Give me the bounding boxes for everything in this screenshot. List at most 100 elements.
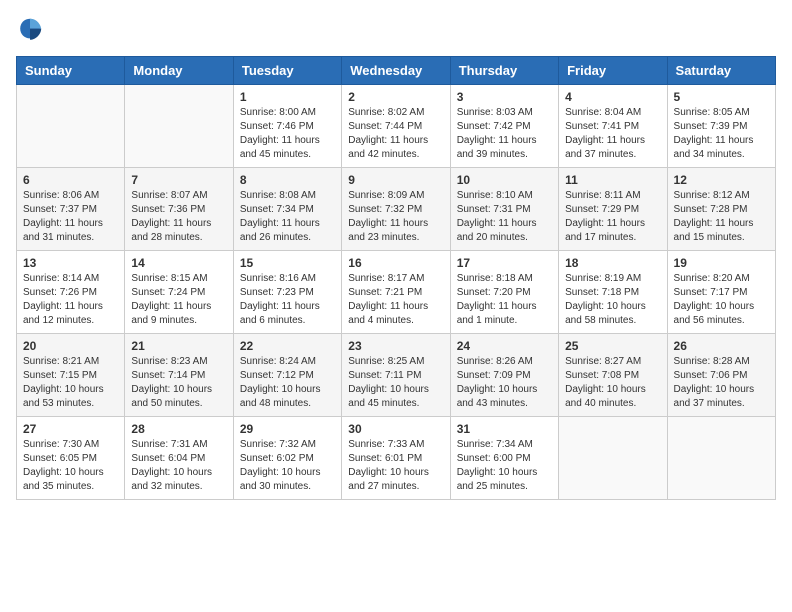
header-tuesday: Tuesday <box>233 57 341 85</box>
day-number: 19 <box>674 256 769 270</box>
table-row <box>17 85 125 168</box>
day-info: Sunrise: 8:05 AMSunset: 7:39 PMDaylight:… <box>674 106 769 162</box>
day-number: 14 <box>131 256 226 270</box>
day-number: 2 <box>348 90 443 104</box>
day-info: Sunrise: 8:16 AMSunset: 7:23 PMDaylight:… <box>240 272 335 328</box>
day-info: Sunrise: 8:24 AMSunset: 7:12 PMDaylight:… <box>240 355 335 411</box>
header-saturday: Saturday <box>667 57 775 85</box>
logo <box>16 16 48 44</box>
day-info: Sunrise: 8:06 AMSunset: 7:37 PMDaylight:… <box>23 189 118 245</box>
day-number: 7 <box>131 173 226 187</box>
table-row: 14 Sunrise: 8:15 AMSunset: 7:24 PMDayligh… <box>125 251 233 334</box>
day-info: Sunrise: 7:34 AMSunset: 6:00 PMDaylight:… <box>457 438 552 494</box>
day-info: Sunrise: 8:25 AMSunset: 7:11 PMDaylight:… <box>348 355 443 411</box>
table-row: 18 Sunrise: 8:19 AMSunset: 7:18 PMDayligh… <box>559 251 667 334</box>
day-info: Sunrise: 8:14 AMSunset: 7:26 PMDaylight:… <box>23 272 118 328</box>
calendar-week-row: 13Sunrise: 8:14 AMSunset: 7:26 PMDayligh… <box>17 251 776 334</box>
day-info: Sunrise: 7:31 AMSunset: 6:04 PMDaylight:… <box>131 438 226 494</box>
day-info: Sunrise: 8:12 AMSunset: 7:28 PMDaylight:… <box>674 189 769 245</box>
day-number: 16 <box>348 256 443 270</box>
table-row: 26 Sunrise: 8:28 AMSunset: 7:06 PMDayligh… <box>667 334 775 417</box>
day-info: Sunrise: 8:10 AMSunset: 7:31 PMDaylight:… <box>457 189 552 245</box>
table-row <box>125 85 233 168</box>
table-row: 1 Sunrise: 8:00 AMSunset: 7:46 PMDaylight… <box>233 85 341 168</box>
table-row: 29 Sunrise: 7:32 AMSunset: 6:02 PMDayligh… <box>233 417 341 500</box>
weekday-header-row: Sunday Monday Tuesday Wednesday Thursday… <box>17 57 776 85</box>
day-number: 21 <box>131 339 226 353</box>
table-row: 15Sunrise: 8:16 AMSunset: 7:23 PMDayligh… <box>233 251 341 334</box>
header-friday: Friday <box>559 57 667 85</box>
day-info: Sunrise: 7:30 AMSunset: 6:05 PMDaylight:… <box>23 438 118 494</box>
table-row: 8 Sunrise: 8:08 AMSunset: 7:34 PMDaylight… <box>233 168 341 251</box>
table-row: 25Sunrise: 8:27 AMSunset: 7:08 PMDayligh… <box>559 334 667 417</box>
day-number: 5 <box>674 90 769 104</box>
day-number: 17 <box>457 256 552 270</box>
table-row: 6 Sunrise: 8:06 AMSunset: 7:37 PMDaylight… <box>17 168 125 251</box>
day-number: 24 <box>457 339 552 353</box>
table-row: 3 Sunrise: 8:03 AMSunset: 7:42 PMDaylight… <box>450 85 558 168</box>
day-number: 25 <box>565 339 660 353</box>
table-row: 28 Sunrise: 7:31 AMSunset: 6:04 PMDayligh… <box>125 417 233 500</box>
table-row: 4 Sunrise: 8:04 AMSunset: 7:41 PMDaylight… <box>559 85 667 168</box>
day-info: Sunrise: 8:09 AMSunset: 7:32 PMDaylight:… <box>348 189 443 245</box>
table-row: 12 Sunrise: 8:12 AMSunset: 7:28 PMDayligh… <box>667 168 775 251</box>
day-info: Sunrise: 7:32 AMSunset: 6:02 PMDaylight:… <box>240 438 335 494</box>
calendar-table: Sunday Monday Tuesday Wednesday Thursday… <box>16 56 776 500</box>
header-wednesday: Wednesday <box>342 57 450 85</box>
day-number: 11 <box>565 173 660 187</box>
table-row: 21 Sunrise: 8:23 AMSunset: 7:14 PMDayligh… <box>125 334 233 417</box>
day-number: 9 <box>348 173 443 187</box>
day-number: 27 <box>23 422 118 436</box>
day-info: Sunrise: 8:26 AMSunset: 7:09 PMDaylight:… <box>457 355 552 411</box>
table-row: 10Sunrise: 8:10 AMSunset: 7:31 PMDayligh… <box>450 168 558 251</box>
day-number: 6 <box>23 173 118 187</box>
table-row: 9 Sunrise: 8:09 AMSunset: 7:32 PMDaylight… <box>342 168 450 251</box>
table-row: 22Sunrise: 8:24 AMSunset: 7:12 PMDayligh… <box>233 334 341 417</box>
table-row: 19 Sunrise: 8:20 AMSunset: 7:17 PMDayligh… <box>667 251 775 334</box>
header-sunday: Sunday <box>17 57 125 85</box>
day-info: Sunrise: 8:03 AMSunset: 7:42 PMDaylight:… <box>457 106 552 162</box>
day-number: 3 <box>457 90 552 104</box>
day-number: 8 <box>240 173 335 187</box>
header-thursday: Thursday <box>450 57 558 85</box>
day-info: Sunrise: 8:23 AMSunset: 7:14 PMDaylight:… <box>131 355 226 411</box>
day-number: 29 <box>240 422 335 436</box>
calendar-week-row: 20 Sunrise: 8:21 AMSunset: 7:15 PMDayligh… <box>17 334 776 417</box>
day-info: Sunrise: 8:17 AMSunset: 7:21 PMDaylight:… <box>348 272 443 328</box>
day-number: 28 <box>131 422 226 436</box>
day-info: Sunrise: 8:20 AMSunset: 7:17 PMDaylight:… <box>674 272 769 328</box>
day-info: Sunrise: 8:28 AMSunset: 7:06 PMDaylight:… <box>674 355 769 411</box>
day-info: Sunrise: 8:07 AMSunset: 7:36 PMDaylight:… <box>131 189 226 245</box>
day-number: 23 <box>348 339 443 353</box>
table-row <box>667 417 775 500</box>
day-info: Sunrise: 8:08 AMSunset: 7:34 PMDaylight:… <box>240 189 335 245</box>
table-row: 13Sunrise: 8:14 AMSunset: 7:26 PMDayligh… <box>17 251 125 334</box>
day-number: 30 <box>348 422 443 436</box>
day-number: 4 <box>565 90 660 104</box>
calendar-week-row: 1 Sunrise: 8:00 AMSunset: 7:46 PMDaylight… <box>17 85 776 168</box>
table-row: 5 Sunrise: 8:05 AMSunset: 7:39 PMDaylight… <box>667 85 775 168</box>
day-number: 20 <box>23 339 118 353</box>
table-row <box>559 417 667 500</box>
day-info: Sunrise: 8:15 AMSunset: 7:24 PMDaylight:… <box>131 272 226 328</box>
day-number: 1 <box>240 90 335 104</box>
table-row: 23 Sunrise: 8:25 AMSunset: 7:11 PMDayligh… <box>342 334 450 417</box>
day-number: 18 <box>565 256 660 270</box>
table-row: 27 Sunrise: 7:30 AMSunset: 6:05 PMDayligh… <box>17 417 125 500</box>
table-row: 31Sunrise: 7:34 AMSunset: 6:00 PMDayligh… <box>450 417 558 500</box>
day-info: Sunrise: 7:33 AMSunset: 6:01 PMDaylight:… <box>348 438 443 494</box>
calendar-week-row: 6 Sunrise: 8:06 AMSunset: 7:37 PMDaylight… <box>17 168 776 251</box>
day-info: Sunrise: 8:04 AMSunset: 7:41 PMDaylight:… <box>565 106 660 162</box>
day-number: 26 <box>674 339 769 353</box>
day-info: Sunrise: 8:19 AMSunset: 7:18 PMDaylight:… <box>565 272 660 328</box>
table-row: 2 Sunrise: 8:02 AMSunset: 7:44 PMDaylight… <box>342 85 450 168</box>
table-row: 20 Sunrise: 8:21 AMSunset: 7:15 PMDayligh… <box>17 334 125 417</box>
day-info: Sunrise: 8:02 AMSunset: 7:44 PMDaylight:… <box>348 106 443 162</box>
day-info: Sunrise: 8:21 AMSunset: 7:15 PMDaylight:… <box>23 355 118 411</box>
day-info: Sunrise: 8:00 AMSunset: 7:46 PMDaylight:… <box>240 106 335 162</box>
header-monday: Monday <box>125 57 233 85</box>
day-number: 12 <box>674 173 769 187</box>
calendar-week-row: 27 Sunrise: 7:30 AMSunset: 6:05 PMDayligh… <box>17 417 776 500</box>
table-row: 11Sunrise: 8:11 AMSunset: 7:29 PMDayligh… <box>559 168 667 251</box>
table-row: 24 Sunrise: 8:26 AMSunset: 7:09 PMDayligh… <box>450 334 558 417</box>
